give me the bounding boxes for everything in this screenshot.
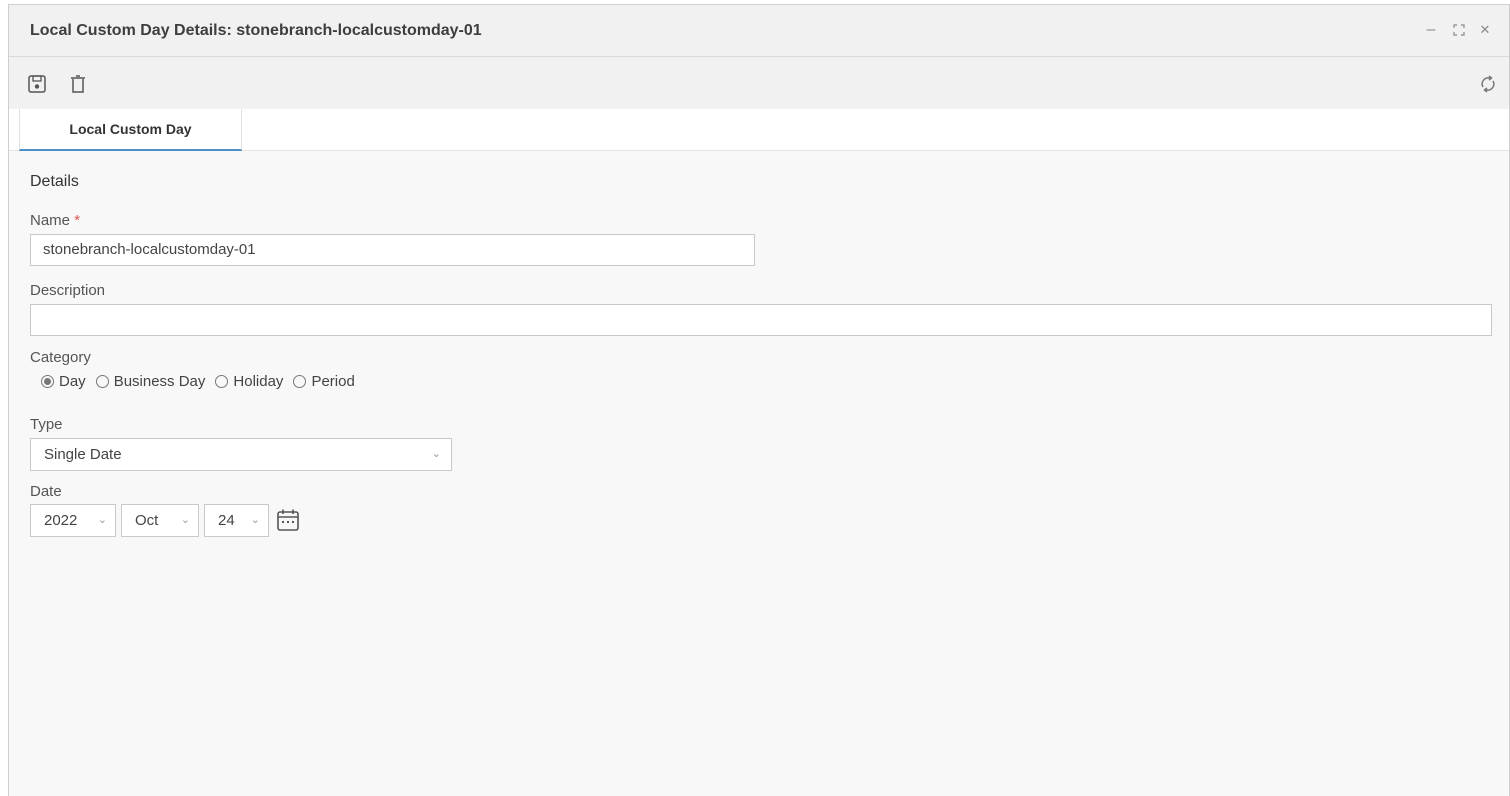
- window-title: Local Custom Day Details: stonebranch-lo…: [30, 22, 482, 39]
- year-select[interactable]: 2022 ⌄: [30, 504, 116, 537]
- category-label: Category: [30, 349, 91, 366]
- maximize-icon: [1453, 24, 1465, 36]
- year-select-value: 2022: [44, 512, 78, 529]
- delete-icon: [71, 75, 85, 93]
- category-option-day[interactable]: Day: [41, 373, 86, 390]
- day-select[interactable]: 24 ⌄: [204, 504, 269, 537]
- name-field[interactable]: stonebranch-localcustomday-01: [30, 234, 755, 266]
- month-select[interactable]: Oct ⌄: [121, 504, 199, 537]
- category-option-label: Period: [311, 373, 355, 390]
- category-option-label: Holiday: [233, 373, 284, 390]
- section-title: Details: [30, 173, 79, 190]
- description-field[interactable]: [30, 304, 1492, 336]
- name-label: Name *: [30, 212, 80, 229]
- close-button[interactable]: ✕: [1475, 19, 1495, 41]
- title-bar: Local Custom Day Details: stonebranch-lo…: [9, 5, 1509, 57]
- save-icon: [28, 75, 46, 93]
- chevron-down-icon: ⌄: [97, 514, 107, 526]
- radio-unchecked-icon: [215, 375, 229, 388]
- description-label: Description: [30, 282, 106, 299]
- chevron-down-icon: ⌄: [250, 514, 260, 526]
- toolbar: [9, 57, 1509, 109]
- minimize-button[interactable]: –: [1421, 19, 1441, 41]
- category-option-label: Day: [59, 373, 86, 390]
- category-radio-group: Day Business Day Holiday Period: [41, 373, 365, 390]
- type-select-value: Single Date: [44, 446, 122, 463]
- day-select-value: 24: [218, 512, 235, 529]
- required-marker: *: [74, 212, 81, 229]
- save-button[interactable]: [26, 73, 48, 95]
- category-option-period[interactable]: Period: [293, 373, 355, 390]
- category-option-label: Business Day: [113, 373, 206, 390]
- chevron-down-icon: ⌄: [431, 448, 441, 460]
- name-label-text: Name: [30, 212, 71, 229]
- category-option-holiday[interactable]: Holiday: [215, 373, 283, 390]
- calendar-button[interactable]: [275, 507, 301, 533]
- type-label: Type: [30, 416, 63, 433]
- radio-unchecked-icon: [95, 375, 109, 388]
- tab-local-custom-day[interactable]: Local Custom Day: [19, 109, 242, 151]
- details-window: Local Custom Day Details: stonebranch-lo…: [8, 4, 1510, 796]
- calendar-icon: [277, 509, 299, 531]
- radio-unchecked-icon: [293, 375, 307, 388]
- radio-checked-icon: [41, 375, 54, 388]
- delete-button[interactable]: [67, 73, 89, 95]
- type-select[interactable]: Single Date ⌄: [30, 438, 452, 471]
- refresh-button[interactable]: [1477, 73, 1499, 95]
- month-select-value: Oct: [135, 512, 159, 529]
- tab-bar: Local Custom Day: [9, 109, 1509, 151]
- date-label: Date: [30, 483, 62, 500]
- category-option-business-day[interactable]: Business Day: [95, 373, 206, 390]
- chevron-down-icon: ⌄: [180, 514, 190, 526]
- refresh-icon: [1481, 75, 1495, 93]
- maximize-button[interactable]: [1449, 19, 1469, 41]
